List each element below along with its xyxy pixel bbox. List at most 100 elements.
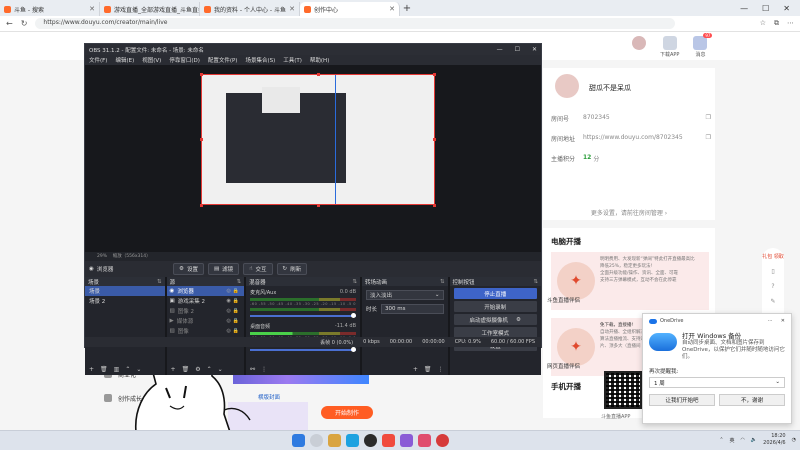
dock-menu-icon[interactable]: ⇅: [533, 279, 538, 285]
menu-scene-collection[interactable]: 场景集合(S): [245, 56, 275, 64]
delete-icon[interactable]: 🗑: [182, 366, 190, 373]
gear-icon[interactable]: ⚙: [195, 366, 200, 373]
extensions-icon[interactable]: ⧉: [774, 19, 779, 28]
input-language[interactable]: 英: [730, 437, 735, 444]
app-icon[interactable]: [400, 434, 413, 447]
minimize-icon[interactable]: —: [497, 46, 503, 53]
phone-icon[interactable]: ▯: [771, 268, 774, 275]
file-explorer-icon[interactable]: [328, 434, 341, 447]
remind-select[interactable]: 1 周 ⌄: [649, 377, 785, 388]
dock-menu-icon[interactable]: ⇅: [352, 279, 357, 285]
virtual-camera-button[interactable]: 启动虚拟摄像机 ⚙: [453, 314, 537, 325]
volume-slider[interactable]: [250, 313, 357, 318]
back-icon[interactable]: ←: [6, 19, 13, 28]
dock-menu-icon[interactable]: ⇅: [157, 279, 162, 285]
douyu-app-icon[interactable]: [382, 434, 395, 447]
close-icon[interactable]: ✕: [389, 5, 395, 13]
browser-source-capture[interactable]: [201, 74, 435, 205]
menu-icon[interactable]: ⋯: [787, 19, 794, 28]
start-making-button[interactable]: 开始制作: [321, 406, 373, 419]
visibility-lock-icon[interactable]: ◎🔒: [226, 308, 241, 314]
download-app-button[interactable]: 下载APP: [660, 36, 679, 58]
add-icon[interactable]: +: [171, 366, 176, 373]
up-icon[interactable]: ⌃: [125, 366, 130, 373]
minimize-icon[interactable]: —: [740, 4, 748, 13]
notification-icon[interactable]: ◔: [792, 437, 796, 443]
resize-handle[interactable]: [433, 73, 436, 76]
filters-button[interactable]: ▤ 滤镜: [207, 263, 240, 275]
resize-handle[interactable]: [317, 73, 320, 76]
transition-select[interactable]: 淡入淡出 ⌄: [366, 290, 444, 300]
copy-icon[interactable]: ❐: [706, 114, 711, 123]
interact-button[interactable]: ☝ 交互: [243, 263, 273, 275]
filter-icon[interactable]: ▥: [114, 366, 120, 373]
menu-icon[interactable]: ⋮: [261, 366, 267, 373]
source-settings-button[interactable]: ⚙ 设置: [173, 263, 204, 275]
decline-button[interactable]: 不，谢谢: [719, 394, 785, 406]
visibility-lock-icon[interactable]: ◉🔒: [226, 298, 241, 304]
down-icon[interactable]: ⌄: [218, 366, 223, 373]
source-item[interactable]: ◉ 浏览器 ◎🔒: [166, 286, 245, 296]
copy-icon[interactable]: ❐: [706, 134, 711, 143]
visibility-lock-icon[interactable]: ◎🔒: [226, 288, 241, 294]
favorites-icon[interactable]: ☆: [760, 19, 766, 28]
link-icon[interactable]: ⚯: [250, 366, 255, 373]
resize-handle[interactable]: [317, 204, 320, 207]
start-recording-button[interactable]: 开始录制: [453, 301, 537, 312]
menu-edit[interactable]: 编辑(E): [115, 56, 134, 64]
reload-icon[interactable]: ↻: [21, 19, 28, 28]
clock[interactable]: 18:20 2026/4/6: [763, 433, 785, 447]
volume-slider[interactable]: [250, 347, 357, 352]
dock-menu-icon[interactable]: ⇅: [236, 279, 241, 285]
resize-handle[interactable]: [200, 73, 203, 76]
resize-handle[interactable]: [433, 204, 436, 207]
add-icon[interactable]: +: [413, 366, 418, 373]
edge-icon[interactable]: [346, 434, 359, 447]
new-tab-button[interactable]: +: [400, 3, 414, 14]
gift-button[interactable]: 礼包 领取: [762, 254, 784, 260]
obs-icon[interactable]: [364, 434, 377, 447]
search-icon[interactable]: [310, 434, 323, 447]
menu-tools[interactable]: 工具(T): [283, 56, 302, 64]
maximize-icon[interactable]: ☐: [762, 4, 769, 13]
up-icon[interactable]: ⌃: [207, 366, 212, 373]
help-icon[interactable]: ?: [771, 283, 774, 290]
menu-docks[interactable]: 停靠窗口(D): [169, 56, 200, 64]
obs-preview[interactable]: [85, 65, 541, 252]
volume-icon[interactable]: 🔈: [751, 437, 757, 443]
wifi-icon[interactable]: ◠: [741, 437, 745, 443]
resize-handle[interactable]: [200, 138, 203, 141]
scene-item[interactable]: 场景: [85, 286, 165, 296]
gear-icon[interactable]: ⚙: [516, 317, 521, 323]
down-icon[interactable]: ⌄: [136, 366, 141, 373]
visibility-lock-icon[interactable]: ◎🔒: [226, 328, 241, 334]
browser-tab[interactable]: 我的资料 - 个人中心 - 斗鱼 ✕: [200, 2, 300, 16]
menu-profile[interactable]: 配置文件(P): [208, 56, 238, 64]
refresh-button[interactable]: ↻ 刷新: [276, 263, 308, 275]
dock-menu-icon[interactable]: ⇅: [440, 279, 445, 285]
close-icon[interactable]: ✕: [781, 318, 785, 324]
start-backup-button[interactable]: 让我们开始吧: [649, 394, 715, 406]
menu-icon[interactable]: ⋯: [768, 318, 773, 324]
close-icon[interactable]: ✕: [532, 46, 537, 53]
browser-tab[interactable]: 斗鱼 - 搜索 ✕: [0, 2, 100, 16]
menu-help[interactable]: 帮助(H): [310, 56, 329, 64]
close-icon[interactable]: ✕: [89, 5, 95, 13]
menu-file[interactable]: 文件(F): [89, 56, 107, 64]
maximize-icon[interactable]: ☐: [515, 46, 520, 53]
source-item[interactable]: ▨ 图像 ◎🔒: [167, 326, 245, 336]
browser-tab-active[interactable]: 创作中心 ✕: [300, 2, 400, 16]
add-icon[interactable]: +: [89, 366, 94, 373]
chevron-up-icon[interactable]: ⌃: [719, 437, 723, 443]
scene-item[interactable]: 场景 2: [85, 296, 165, 306]
resize-handle[interactable]: [433, 138, 436, 141]
source-item[interactable]: ▣ 游戏采集 2 ◉🔒: [167, 296, 245, 306]
app-icon[interactable]: [436, 434, 449, 447]
close-icon[interactable]: ✕: [783, 4, 790, 13]
menu-view[interactable]: 视图(V): [142, 56, 161, 64]
source-item[interactable]: ▨ 图像 2 ◎🔒: [167, 306, 245, 316]
zoom-level[interactable]: 29%: [97, 254, 107, 259]
duration-input[interactable]: 300 ms: [381, 304, 444, 314]
browser-tab[interactable]: 游戏直播_全部游戏直播_斗鱼直播✕: [100, 2, 200, 16]
resize-handle[interactable]: [200, 204, 203, 207]
